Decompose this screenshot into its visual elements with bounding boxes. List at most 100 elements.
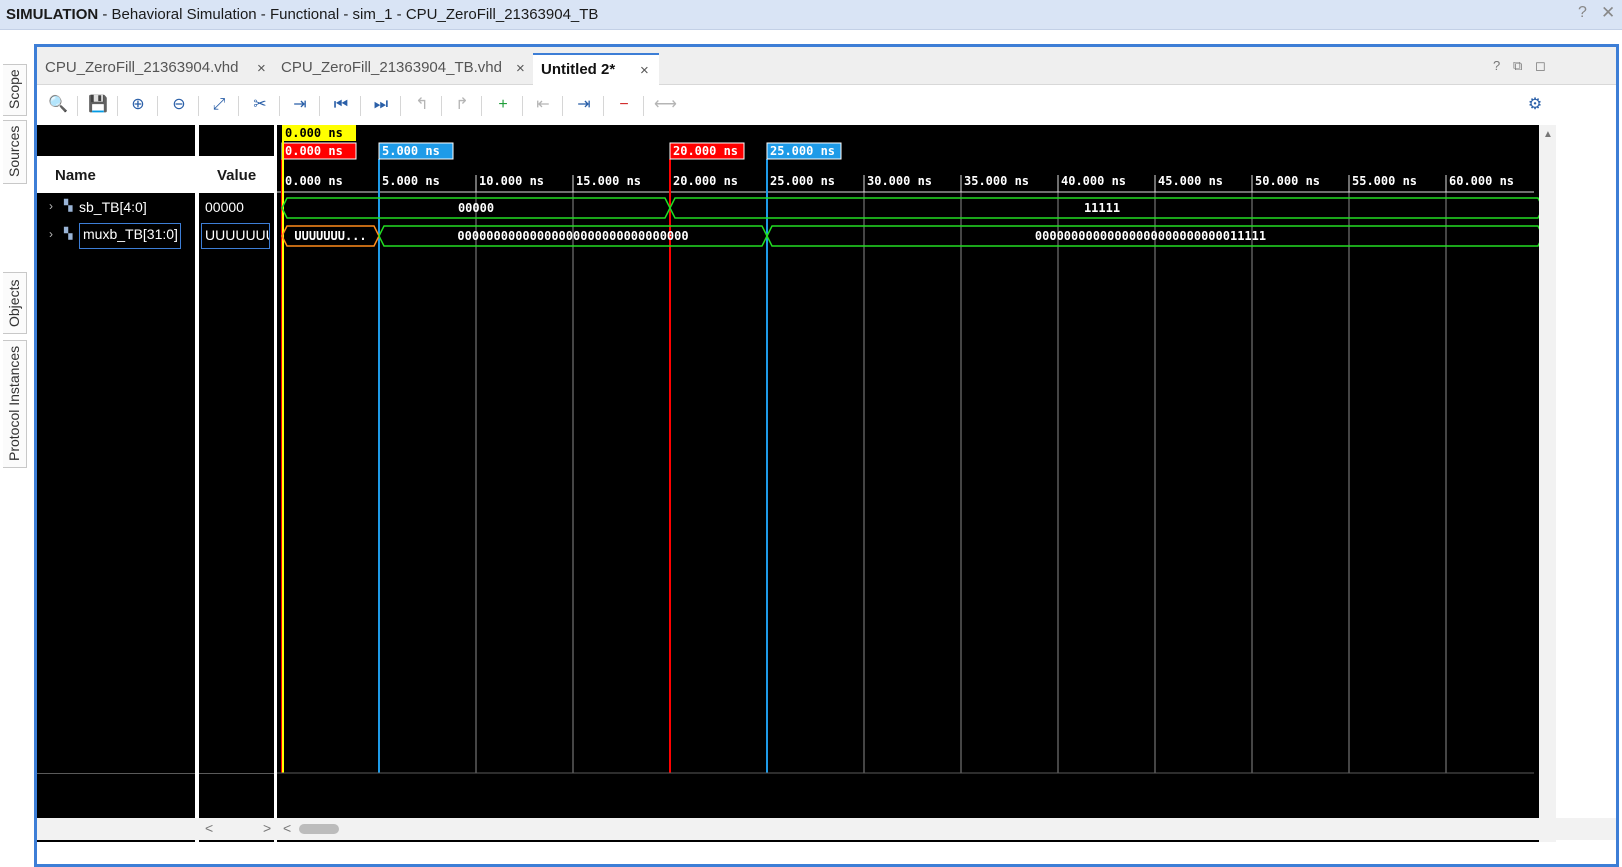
ruler-tick-label: 25.000 ns bbox=[770, 174, 835, 188]
close-tab-icon[interactable]: × bbox=[640, 62, 649, 79]
toolbar-separator bbox=[643, 96, 644, 116]
goto-cursor-icon[interactable]: ⇥ bbox=[289, 94, 311, 116]
marker-label: 0.000 ns bbox=[285, 144, 343, 158]
name-header-label: Name bbox=[55, 167, 96, 184]
tab-cpu-zerofill-tb-vhd[interactable]: CPU_ZeroFill_21363904_TB.vhd × bbox=[273, 53, 531, 85]
toolbar-separator bbox=[400, 96, 401, 116]
marker-label: 25.000 ns bbox=[770, 144, 835, 158]
toolbar-separator bbox=[603, 96, 604, 116]
bus-signal-icon: ▚ bbox=[64, 228, 73, 240]
signal-row-muxb-tb[interactable]: › ▚ muxb_TB[31:0] bbox=[37, 223, 195, 249]
side-tab-label: Sources bbox=[6, 125, 22, 177]
snap-cursor-icon[interactable]: ✂ bbox=[249, 94, 271, 116]
zoom-fit-icon[interactable]: ⤢ bbox=[208, 94, 230, 116]
bus-value-label: 00000 bbox=[458, 201, 494, 215]
signal-row-sb-tb[interactable]: › ▚ sb_TB[4:0] bbox=[37, 195, 195, 221]
toolbar-separator bbox=[279, 96, 280, 116]
pane-divider bbox=[199, 773, 274, 774]
swap-cursors-icon[interactable]: ⟷ bbox=[654, 94, 677, 116]
restore-icon[interactable]: ⧉ bbox=[1513, 58, 1522, 74]
expand-chevron-icon[interactable]: › bbox=[49, 227, 53, 241]
ruler-tick-label: 5.000 ns bbox=[382, 174, 440, 188]
search-icon[interactable]: 🔍 bbox=[47, 94, 69, 116]
bus-value-label: UUUUUUU... bbox=[294, 229, 366, 243]
main-cursor-label: 0.000 ns bbox=[285, 126, 343, 140]
toolbar-separator bbox=[117, 96, 118, 116]
goto-start-icon[interactable]: ⏮ bbox=[330, 94, 352, 116]
toolbar-separator bbox=[481, 96, 482, 116]
next-transition-icon[interactable]: ↱ bbox=[451, 94, 473, 116]
close-tab-icon[interactable]: × bbox=[516, 60, 525, 77]
ruler-tick-label: 55.000 ns bbox=[1352, 174, 1417, 188]
scroll-up-icon[interactable]: ▲ bbox=[1543, 129, 1553, 140]
ruler-tick-label: 60.000 ns bbox=[1449, 174, 1514, 188]
scroll-thumb[interactable] bbox=[299, 824, 339, 834]
waveform-canvas[interactable]: 0.000 ns 5.000 ns 10.000 ns 15.000 ns 20.000… bbox=[277, 125, 1539, 842]
scroll-left-icon[interactable]: < bbox=[205, 820, 213, 836]
toolbar-separator bbox=[522, 96, 523, 116]
side-tab-objects[interactable]: Objects bbox=[3, 272, 27, 334]
name-column-header[interactable]: Name bbox=[37, 156, 195, 193]
side-tab-protocol-instances[interactable]: Protocol Instances bbox=[3, 340, 27, 468]
zoom-in-icon[interactable]: ⊕ bbox=[127, 94, 149, 116]
close-tab-icon[interactable]: × bbox=[257, 60, 266, 77]
bus-value-label: 00000000000000000000000000000000 bbox=[457, 229, 688, 243]
window-title: SIMULATION - Behavioral Simulation - Fun… bbox=[6, 6, 599, 23]
ruler-tick-label: 0.000 ns bbox=[285, 174, 343, 188]
help-icon[interactable]: ? bbox=[1578, 4, 1587, 22]
side-tab-label: Scope bbox=[6, 69, 22, 109]
ruler-tick-label: 50.000 ns bbox=[1255, 174, 1320, 188]
waveform-toolbar: 🔍 💾 ⊕ ⊖ ⤢ ✂ ⇥ ⏮ ⏭ ↰ ↱ + ⇤ ⇥ − ⟷ ⚙ bbox=[37, 86, 1616, 124]
side-tab-strip: Scope Sources Objects Protocol Instances bbox=[0, 44, 30, 867]
prev-marker-icon[interactable]: ⇤ bbox=[532, 94, 554, 116]
help-icon[interactable]: ? bbox=[1493, 58, 1500, 73]
value-column-header[interactable]: Value bbox=[199, 156, 274, 193]
next-marker-icon[interactable]: ⇥ bbox=[573, 94, 595, 116]
value-header-label: Value bbox=[217, 167, 257, 184]
bus-value-label: 11111 bbox=[1084, 201, 1120, 215]
waveform-panel: CPU_ZeroFill_21363904.vhd × CPU_ZeroFill… bbox=[34, 44, 1619, 867]
tab-label: CPU_ZeroFill_21363904.vhd bbox=[45, 59, 239, 76]
bus-signal-icon: ▚ bbox=[64, 200, 73, 212]
signal-name: sb_TB[4:0] bbox=[79, 199, 147, 215]
goto-end-icon[interactable]: ⏭ bbox=[370, 94, 392, 116]
delete-marker-icon[interactable]: − bbox=[613, 94, 635, 116]
save-icon[interactable]: 💾 bbox=[87, 94, 109, 116]
expand-chevron-icon[interactable]: › bbox=[49, 199, 53, 213]
scroll-right-icon[interactable]: > bbox=[263, 820, 271, 836]
side-tab-sources[interactable]: Sources bbox=[3, 120, 27, 184]
side-tab-scope[interactable]: Scope bbox=[3, 64, 27, 116]
ruler-tick-label: 10.000 ns bbox=[479, 174, 544, 188]
toolbar-separator bbox=[562, 96, 563, 116]
close-icon[interactable]: ✕ bbox=[1601, 3, 1615, 23]
zoom-out-icon[interactable]: ⊖ bbox=[168, 94, 190, 116]
signal-value: 00000 bbox=[205, 199, 244, 215]
tab-label: CPU_ZeroFill_21363904_TB.vhd bbox=[281, 59, 502, 76]
signal-name: muxb_TB[31:0] bbox=[79, 223, 181, 249]
marker-label: 20.000 ns bbox=[673, 144, 738, 158]
marker-label: 5.000 ns bbox=[382, 144, 440, 158]
ruler-tick-label: 45.000 ns bbox=[1158, 174, 1223, 188]
settings-gear-icon[interactable]: ⚙ bbox=[1524, 94, 1546, 116]
signal-value-pane: Value 00000 UUUUUUUU bbox=[199, 125, 274, 842]
toolbar-separator bbox=[441, 96, 442, 116]
side-tab-label: Protocol Instances bbox=[6, 345, 22, 461]
maximize-icon[interactable]: ◻ bbox=[1535, 58, 1546, 74]
ruler-tick-label: 40.000 ns bbox=[1061, 174, 1126, 188]
toolbar-separator bbox=[77, 96, 78, 116]
signal-name-pane: Name › ▚ sb_TB[4:0] › ▚ muxb_TB[31:0] bbox=[37, 125, 195, 842]
add-marker-icon[interactable]: + bbox=[492, 94, 514, 116]
tab-untitled-2[interactable]: Untitled 2* × bbox=[533, 53, 659, 85]
scroll-left-icon[interactable]: < bbox=[283, 820, 291, 836]
prev-transition-icon[interactable]: ↰ bbox=[411, 94, 433, 116]
waveform-svg[interactable]: 0.000 ns 5.000 ns 10.000 ns 15.000 ns 20.000… bbox=[277, 125, 1539, 842]
tab-cpu-zerofill-vhd[interactable]: CPU_ZeroFill_21363904.vhd × bbox=[37, 53, 271, 85]
ruler-tick-label: 30.000 ns bbox=[867, 174, 932, 188]
bus-value-label: 00000000000000000000000000011111 bbox=[1035, 229, 1266, 243]
file-tab-bar: CPU_ZeroFill_21363904.vhd × CPU_ZeroFill… bbox=[37, 47, 1616, 85]
toolbar-separator bbox=[198, 96, 199, 116]
vertical-scrollbar[interactable]: ▲ ▼ bbox=[1539, 125, 1556, 842]
signal-value: UUUUUUUU bbox=[201, 223, 270, 249]
toolbar-separator bbox=[319, 96, 320, 116]
pane-divider bbox=[37, 773, 195, 774]
